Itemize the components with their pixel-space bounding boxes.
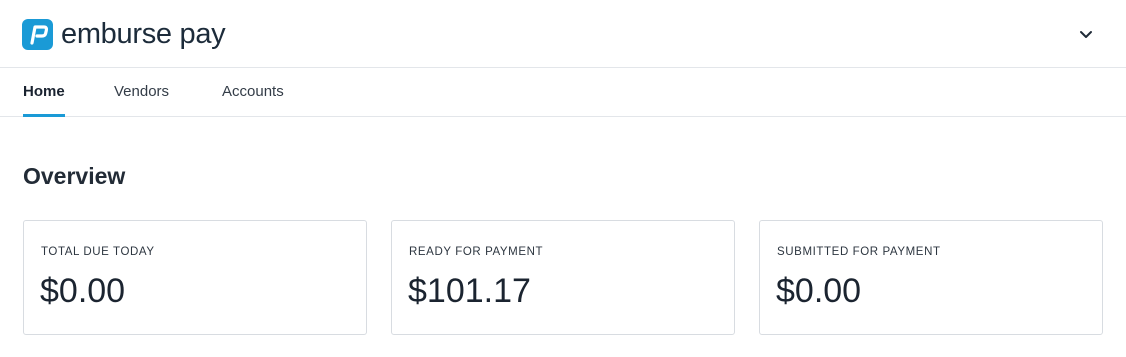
card-value: $101.17 <box>408 272 531 310</box>
main-nav-tabs: Home Vendors Accounts <box>0 68 1126 117</box>
brand-name: emburse pay <box>61 18 226 50</box>
brand-logo[interactable]: emburse pay <box>22 18 226 50</box>
tab-vendors[interactable]: Vendors <box>114 68 169 116</box>
account-menu-toggle[interactable] <box>1076 24 1096 44</box>
tab-accounts[interactable]: Accounts <box>222 68 284 116</box>
ready-for-payment-card[interactable]: READY FOR PAYMENT $101.17 <box>391 220 735 335</box>
top-header: emburse pay <box>0 0 1126 68</box>
card-label: READY FOR PAYMENT <box>409 246 544 258</box>
total-due-today-card: TOTAL DUE TODAY $0.00 <box>23 220 367 335</box>
page-title: Overview <box>23 163 126 189</box>
submitted-for-payment-card[interactable]: SUBMITTED FOR PAYMENT $0.00 <box>759 220 1103 335</box>
card-label: TOTAL DUE TODAY <box>41 246 155 258</box>
tab-home[interactable]: Home <box>23 68 65 117</box>
card-label: SUBMITTED FOR PAYMENT <box>777 246 941 258</box>
card-value: $0.00 <box>40 272 126 310</box>
card-value: $0.00 <box>776 272 862 310</box>
emburse-logo-icon <box>22 18 53 50</box>
chevron-down-icon <box>1080 30 1092 38</box>
